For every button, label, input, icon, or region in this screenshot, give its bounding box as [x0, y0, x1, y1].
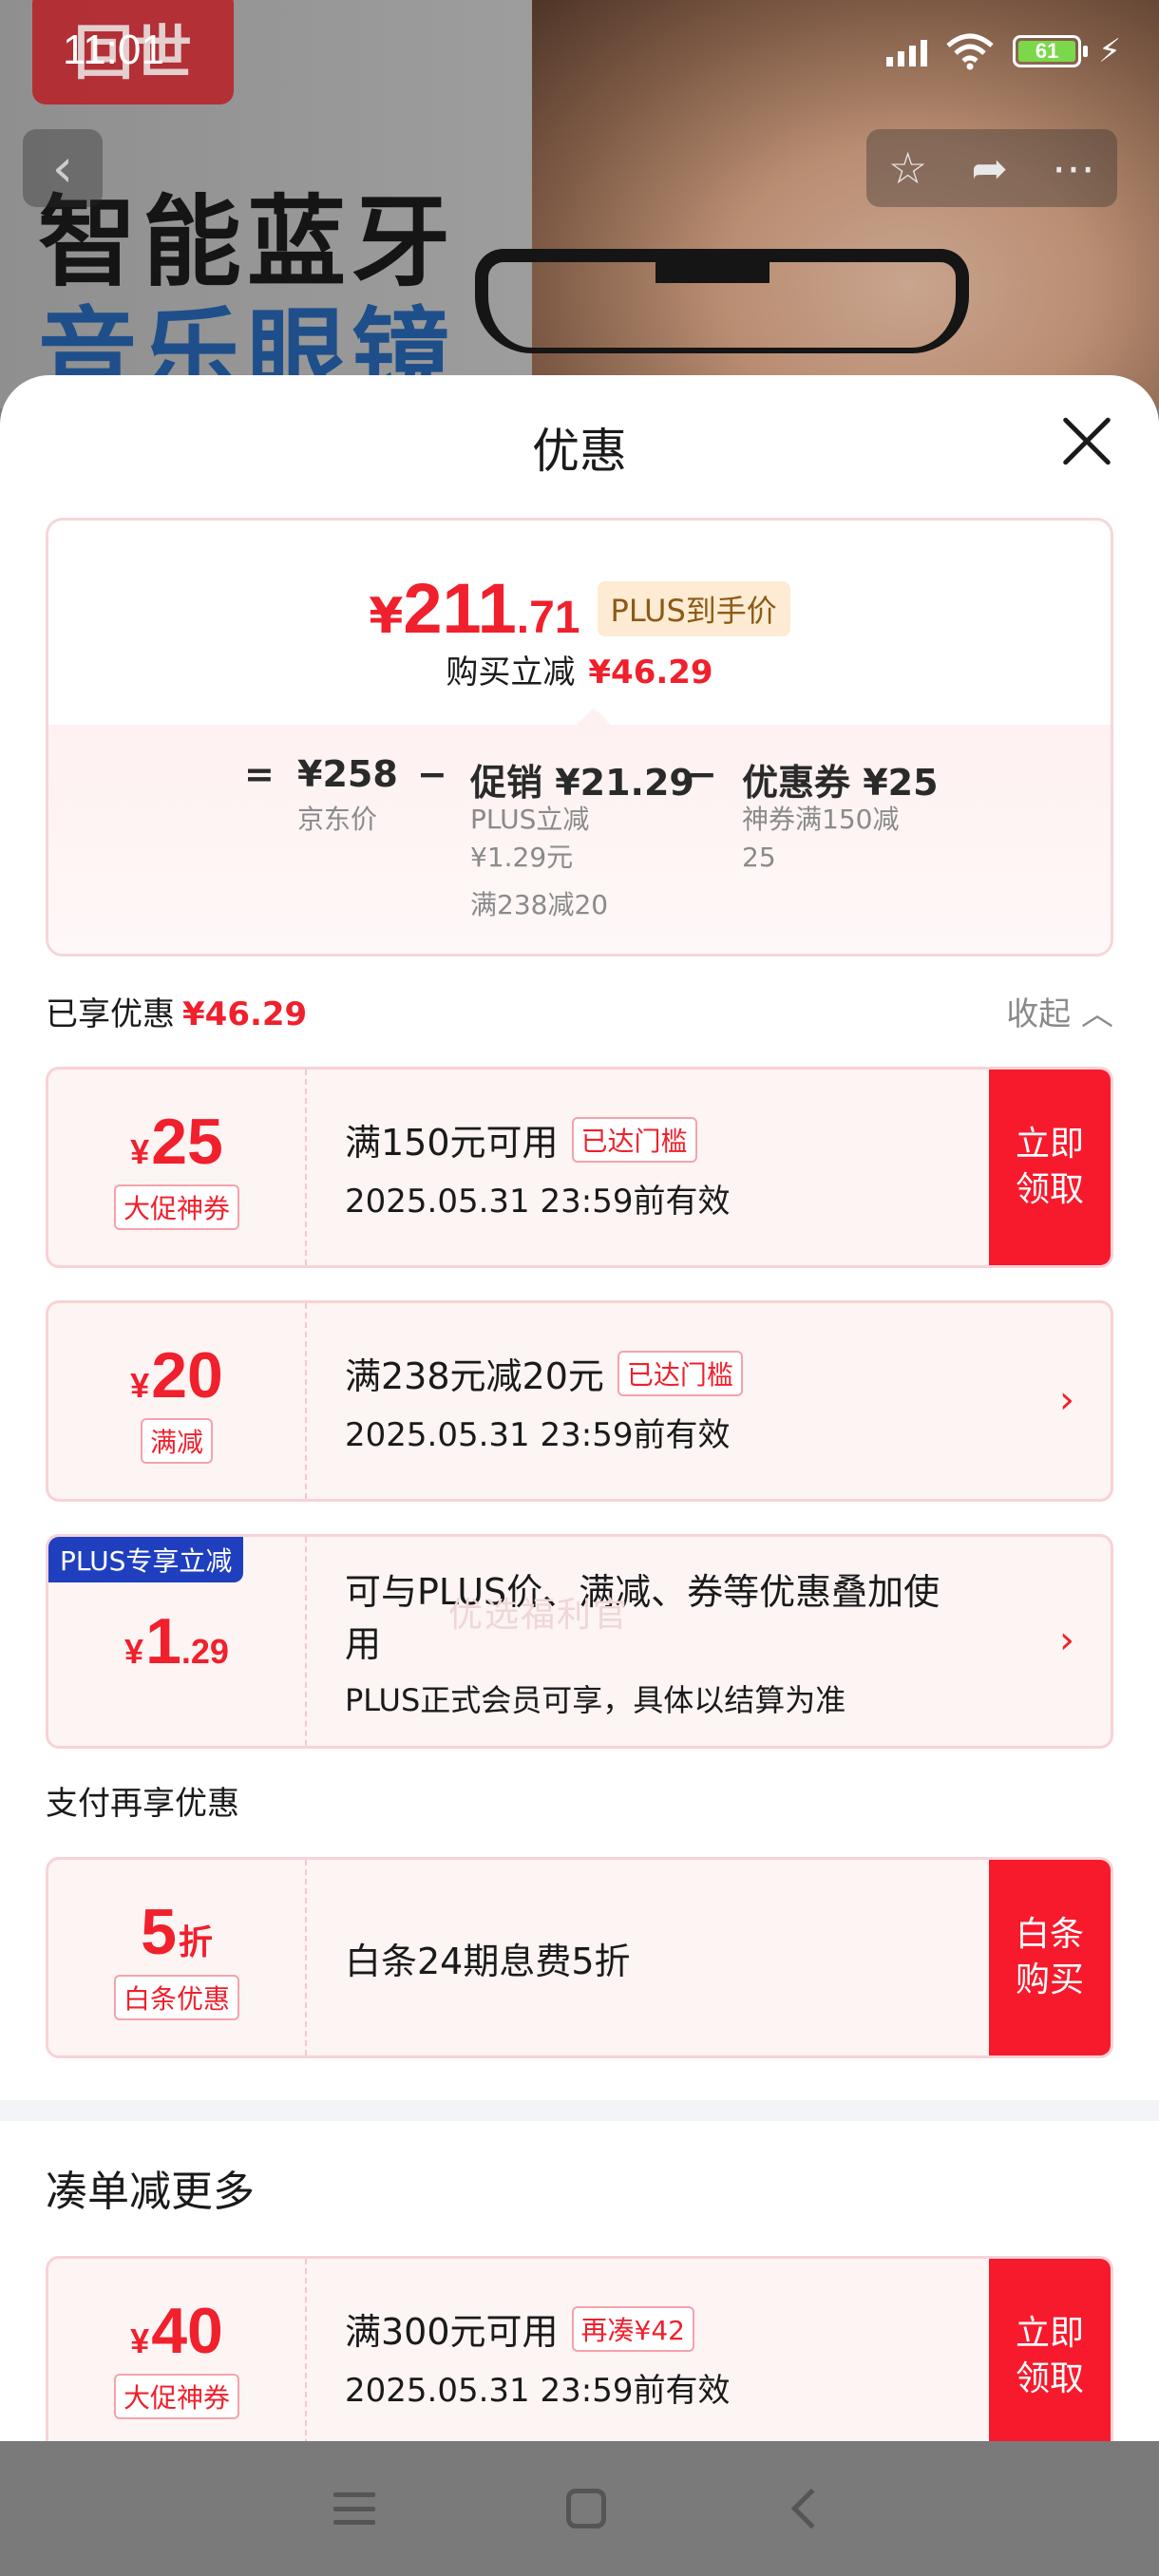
coupon-expiry: 2025.05.31 23:59前有效	[345, 2372, 731, 2410]
equals-sign: =	[244, 753, 275, 795]
reduce-label: 购买立减	[446, 653, 576, 691]
sheet-title: 优惠	[532, 424, 627, 479]
promo-detail-1: PLUS立减	[470, 804, 590, 835]
section-divider	[0, 2100, 1159, 2121]
coupon-amount-decimal: .29	[180, 1632, 229, 1671]
chevron-right-icon[interactable]: ›	[1059, 1619, 1074, 1662]
coupon-amount: 优惠券 ¥25	[742, 762, 939, 804]
more-icon[interactable]: ⋯	[1052, 142, 1095, 194]
charging-icon: ⚡	[1098, 32, 1121, 70]
coupon-condition: 满150元可用	[345, 1122, 559, 1164]
coupon-amount: 25	[151, 1106, 223, 1178]
coupon-expiry: 2025.05.31 23:59前有效	[345, 1416, 731, 1454]
discount-unit: 折	[178, 1923, 213, 1961]
home-icon[interactable]	[565, 2489, 606, 2529]
jd-price-label: 京东价	[297, 804, 378, 835]
top-actions: ☆ ➦ ⋯	[866, 129, 1117, 207]
status-icons: 61 ⚡	[886, 32, 1121, 70]
jd-price: ¥258	[297, 753, 398, 795]
price-summary: ¥ 211 .71 PLUS到手价 购买立减 ¥46.29 = ¥258 京东价 …	[46, 518, 1113, 957]
currency-symbol: ¥	[130, 1132, 150, 1171]
back-button[interactable]: ‹	[23, 129, 103, 207]
enjoyed-value: ¥46.29	[182, 995, 308, 1033]
plus-benefit-note: PLUS正式会员可享，具体以结算为准	[345, 1682, 846, 1718]
battery-level: 61	[1018, 39, 1076, 63]
menu-icon[interactable]	[332, 2492, 375, 2525]
coupon-amount: 20	[151, 1339, 223, 1411]
favorite-icon[interactable]: ☆	[888, 142, 927, 194]
enjoyed-label: 已享优惠	[46, 995, 175, 1033]
watermark: 优选福利官	[448, 1596, 630, 1635]
pay-section-title: 支付再享优惠	[46, 1785, 239, 1823]
currency-symbol: ¥	[124, 1632, 144, 1671]
plus-price-tag: PLUS到手价	[597, 581, 790, 636]
reduce-value: ¥46.29	[588, 653, 713, 691]
price-integer: 211	[403, 569, 517, 648]
coupon-amount: 1	[145, 1605, 181, 1677]
coupon-type-tag: 大促神券	[113, 2374, 239, 2419]
battery-icon: 61	[1013, 35, 1089, 67]
coupon-value: ¥20 满减	[48, 1303, 307, 1499]
discount-sheet: 优惠 ¥ 211 .71 PLUS到手价 购买立减 ¥46.29 = ¥258 京…	[0, 375, 1159, 2441]
coupon-value: 5折 白条优惠	[48, 1860, 307, 2055]
coupon-amount: 40	[151, 2295, 223, 2367]
back-icon[interactable]	[791, 2488, 832, 2529]
coupon-type-tag: 白条优惠	[113, 1975, 239, 2020]
baitiao-buy-button[interactable]: 白条购买	[989, 1860, 1111, 2055]
plus-benefit-title-cont: 用	[345, 1623, 382, 1665]
promo-amount: 促销 ¥21.29	[470, 762, 694, 804]
wifi-icon	[946, 33, 994, 70]
discount-rate: 5	[141, 1896, 177, 1968]
plus-exclusive-ribbon: PLUS专享立减	[48, 1537, 244, 1582]
close-icon[interactable]	[1058, 413, 1115, 470]
coupon-detail-2: 25	[742, 842, 776, 873]
collapse-button[interactable]: 收起 ︿	[1006, 988, 1113, 1034]
currency-symbol: ¥	[130, 2321, 150, 2360]
payment-offer-card[interactable]: 5折 白条优惠 白条24期息费5折 白条购买	[46, 1857, 1113, 2058]
share-icon[interactable]: ➦	[971, 142, 1008, 194]
more-section-title: 凑单减更多	[46, 2168, 255, 2216]
coupon-expiry: 2025.05.31 23:59前有效	[345, 1183, 731, 1221]
coupon-card[interactable]: ¥25 大促神券 满150元可用 已达门槛 2025.05.31 23:59前有效…	[46, 1067, 1113, 1268]
coupon-detail-1: 神券满150减	[742, 804, 900, 835]
top-up-badge: 再凑¥42	[571, 2305, 694, 2352]
price-decimal: .71	[516, 593, 580, 643]
promo-detail-2: ¥1.29元	[470, 842, 574, 873]
promo-detail-3: 满238减20	[470, 889, 609, 920]
payment-offer-title: 白条24期息费5折	[345, 1940, 631, 1982]
chevron-right-icon[interactable]: ›	[1059, 1378, 1074, 1422]
price-breakdown: = ¥258 京东价 − 促销 ¥21.29 PLUS立减 ¥1.29元 满23…	[48, 708, 1111, 954]
minus-sign: −	[687, 753, 717, 795]
final-price: ¥ 211 .71 PLUS到手价	[48, 568, 1111, 649]
status-time: 11:01	[63, 27, 164, 73]
coupon-type-tag: 大促神券	[113, 1184, 239, 1230]
coupon-card[interactable]: ¥40 大促神券 满300元可用 再凑¥42 2025.05.31 23:59前有…	[46, 2256, 1113, 2441]
coupon-condition: 满300元可用	[345, 2311, 559, 2353]
threshold-badge: 已达门槛	[617, 1350, 743, 1396]
coupon-value: ¥40 大促神券	[48, 2259, 307, 2441]
glasses-bridge	[656, 255, 770, 283]
minus-sign: −	[417, 753, 447, 795]
coupon-type-tag: 满减	[140, 1418, 213, 1464]
currency-symbol: ¥	[130, 1366, 150, 1405]
coupon-condition: 满238元减20元	[345, 1355, 604, 1397]
threshold-badge: 已达门槛	[571, 1116, 697, 1163]
claim-button[interactable]: 立即领取	[989, 1070, 1111, 1265]
coupon-value: ¥25 大促神券	[48, 1070, 307, 1265]
price-symbol: ¥	[369, 588, 404, 645]
claim-button[interactable]: 立即领取	[989, 2259, 1111, 2441]
plus-benefit-title: 可与PLUS价、满减、券等优惠叠加使	[345, 1571, 940, 1613]
system-nav-bar	[0, 2441, 1159, 2576]
plus-discount-card[interactable]: ¥1.29 PLUS专享立减 可与PLUS价、满减、券等优惠叠加使 用 PLUS…	[46, 1534, 1113, 1749]
signal-icon	[886, 36, 928, 66]
reduce-row: 购买立减 ¥46.29	[48, 646, 1111, 692]
enjoyed-discount: 已享优惠 ¥46.29	[46, 988, 307, 1034]
coupon-card[interactable]: ¥20 满减 满238元减20元 已达门槛 2025.05.31 23:59前有效…	[46, 1300, 1113, 1502]
